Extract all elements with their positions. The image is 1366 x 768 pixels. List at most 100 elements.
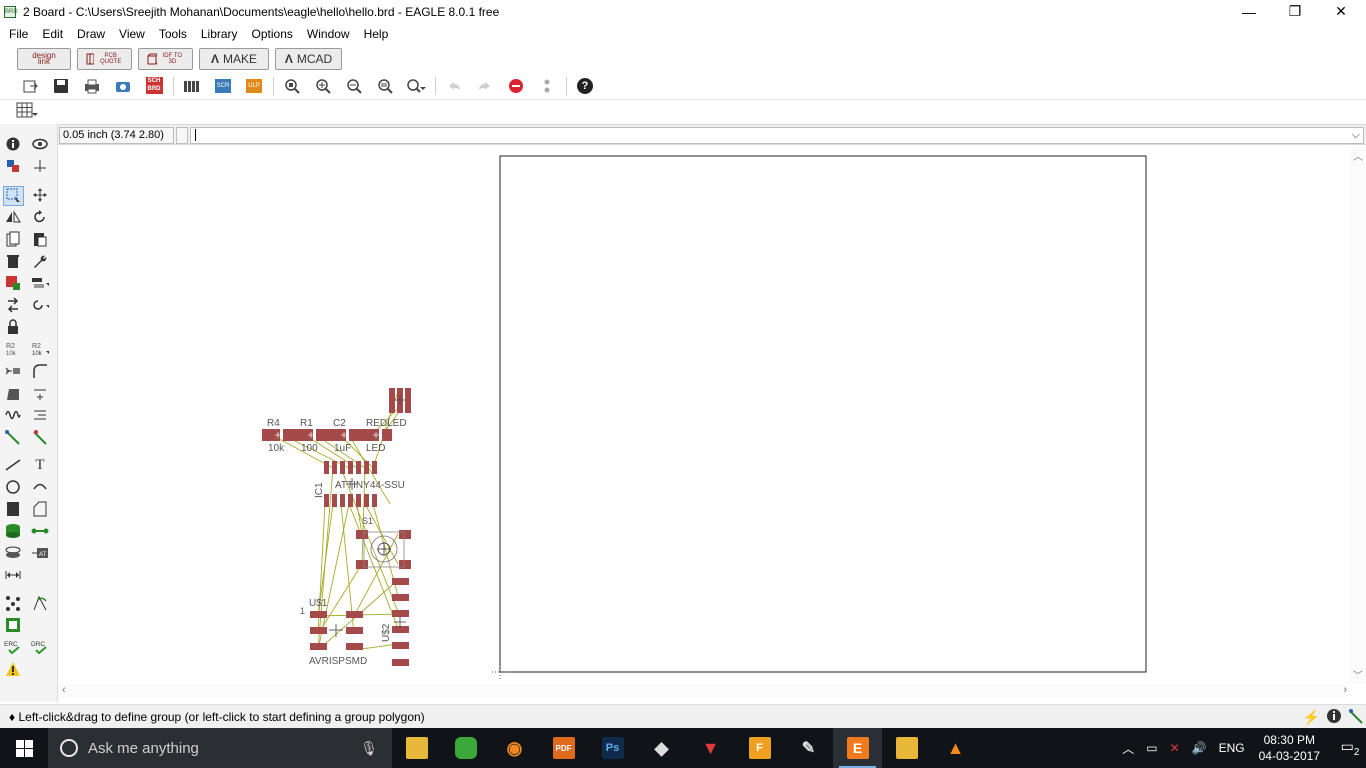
solidworks-app[interactable]: ✎ [784,728,833,768]
show-eye-icon[interactable] [31,136,49,152]
volume-icon[interactable]: 🔊 [1192,741,1207,755]
idf-to-3d-button[interactable]: IDF TO 3D [138,47,193,70]
wrench-icon[interactable] [31,253,49,269]
designlink-button[interactable]: design link [17,47,71,70]
fusion-app[interactable]: F [735,728,784,768]
polygon-icon[interactable] [31,501,49,517]
battery-icon[interactable]: ▭ [1146,741,1157,755]
make-button[interactable]: Λ MAKE [199,47,269,70]
ulp-icon[interactable]: ULP [242,75,266,97]
language-indicator[interactable]: ENG [1219,741,1245,755]
database-app[interactable] [441,728,490,768]
swap-icon[interactable] [4,297,22,313]
show-hidden-icons-icon[interactable]: ︿ [1122,740,1134,757]
menu-file[interactable]: File [2,27,35,41]
miter-icon[interactable] [31,363,49,379]
horizontal-scrollbar[interactable]: ‹ › [59,684,1350,698]
split-icon[interactable] [4,386,22,402]
value-icon[interactable]: R2 10k [31,341,49,357]
network-icon[interactable]: ✕ [1170,741,1180,755]
zoom-redraw-icon[interactable] [373,75,397,97]
text-icon[interactable]: T [31,457,49,473]
autorouter-icon[interactable] [31,595,49,611]
wire-icon[interactable] [4,457,22,473]
vlc-app[interactable]: ▲ [931,728,980,768]
smash-icon[interactable] [4,363,22,379]
errors-warning-icon[interactable] [4,661,22,677]
zoom-in-icon[interactable] [311,75,335,97]
menu-draw[interactable]: Draw [70,27,112,41]
command-line-input[interactable]: ⌵ [190,127,1364,144]
menu-help[interactable]: Help [357,27,396,41]
grid-icon[interactable] [16,102,38,121]
ratsnest-icon[interactable] [4,595,22,611]
sch-brd-switch-icon[interactable]: SCH BRD [142,75,166,97]
file-explorer-app[interactable] [392,728,441,768]
menu-tools[interactable]: Tools [152,27,194,41]
microphone-icon[interactable]: 🎙 [360,740,378,757]
library-manager-icon[interactable] [180,75,204,97]
erc-icon[interactable]: ERC [2,639,24,655]
script-icon[interactable]: SCR [211,75,235,97]
scroll-down-arrow-icon[interactable]: ﹀ [1350,667,1366,682]
hole-icon[interactable] [4,545,22,561]
cortana-search-box[interactable]: Ask me anything 🎙 [48,728,392,768]
onedrive-folder-app[interactable] [882,728,931,768]
info-icon[interactable] [4,136,22,152]
pcb-quote-button[interactable]: PCB QUOTE [77,47,132,70]
meander-icon[interactable] [4,407,22,423]
info-status-icon[interactable] [1326,708,1342,727]
mirror-icon[interactable] [4,209,22,225]
lightning-icon[interactable]: ⚡ [1303,709,1320,726]
via-icon[interactable] [4,523,22,539]
route-status-icon[interactable] [1348,708,1364,727]
rotate-icon[interactable] [31,209,49,225]
vivaldi-app[interactable]: ▼ [686,728,735,768]
replace-icon[interactable] [31,275,49,291]
scroll-up-arrow-icon[interactable]: ︿ [1350,148,1366,163]
scroll-right-arrow-icon[interactable]: › [1343,684,1347,696]
ripup-icon[interactable] [31,429,49,445]
zoom-out-icon[interactable] [342,75,366,97]
eagle-app[interactable]: E [833,728,882,768]
mcad-button[interactable]: Λ MCAD [275,47,342,70]
delete-icon[interactable] [4,253,22,269]
inkscape-app[interactable]: ◆ [637,728,686,768]
menu-window[interactable]: Window [300,27,357,41]
menu-library[interactable]: Library [194,27,245,41]
signal-icon[interactable] [31,523,49,539]
vertical-scrollbar[interactable]: ︿ ﹀ [1350,146,1366,684]
minimize-button[interactable]: — [1226,0,1272,23]
copy-icon[interactable] [4,231,22,247]
menu-options[interactable]: Options [245,27,300,41]
photoshop-app[interactable]: Ps [588,728,637,768]
print-icon[interactable] [80,75,104,97]
paste-icon[interactable] [31,231,49,247]
help-icon[interactable]: ? [573,75,597,97]
add-part-icon[interactable] [4,275,22,291]
group-select-icon[interactable] [3,186,24,206]
attribute-icon[interactable]: AT [31,545,49,561]
lock-rotate-icon[interactable] [31,297,49,313]
rectangle-icon[interactable] [4,501,22,517]
display-layers-icon[interactable] [4,158,22,174]
undo-icon[interactable] [442,75,466,97]
menu-edit[interactable]: Edit [35,27,70,41]
arc-icon[interactable] [31,479,49,495]
name-icon[interactable]: R2 10k [4,341,22,357]
action-center-button[interactable]: ▭2 [1334,738,1366,758]
design-link-icon[interactable] [4,617,22,633]
move-icon[interactable] [31,187,49,203]
restore-button[interactable]: ❐ [1272,0,1318,23]
cam-processor-icon[interactable] [111,75,135,97]
zoom-select-icon[interactable] [404,75,428,97]
command-history-dropdown-icon[interactable]: ⌵ [1352,128,1360,143]
dimension-icon[interactable] [4,567,22,583]
scroll-left-arrow-icon[interactable]: ‹ [62,684,66,696]
diff-pair-icon[interactable] [31,407,49,423]
lock-icon[interactable] [4,319,22,335]
board-canvas[interactable]: R4 R1 C2 REDLED 10k 100 1uF LED IC1 ATTI… [59,146,1350,684]
route-icon[interactable] [4,429,22,445]
close-button[interactable]: ✕ [1318,0,1364,23]
save-icon[interactable] [49,75,73,97]
